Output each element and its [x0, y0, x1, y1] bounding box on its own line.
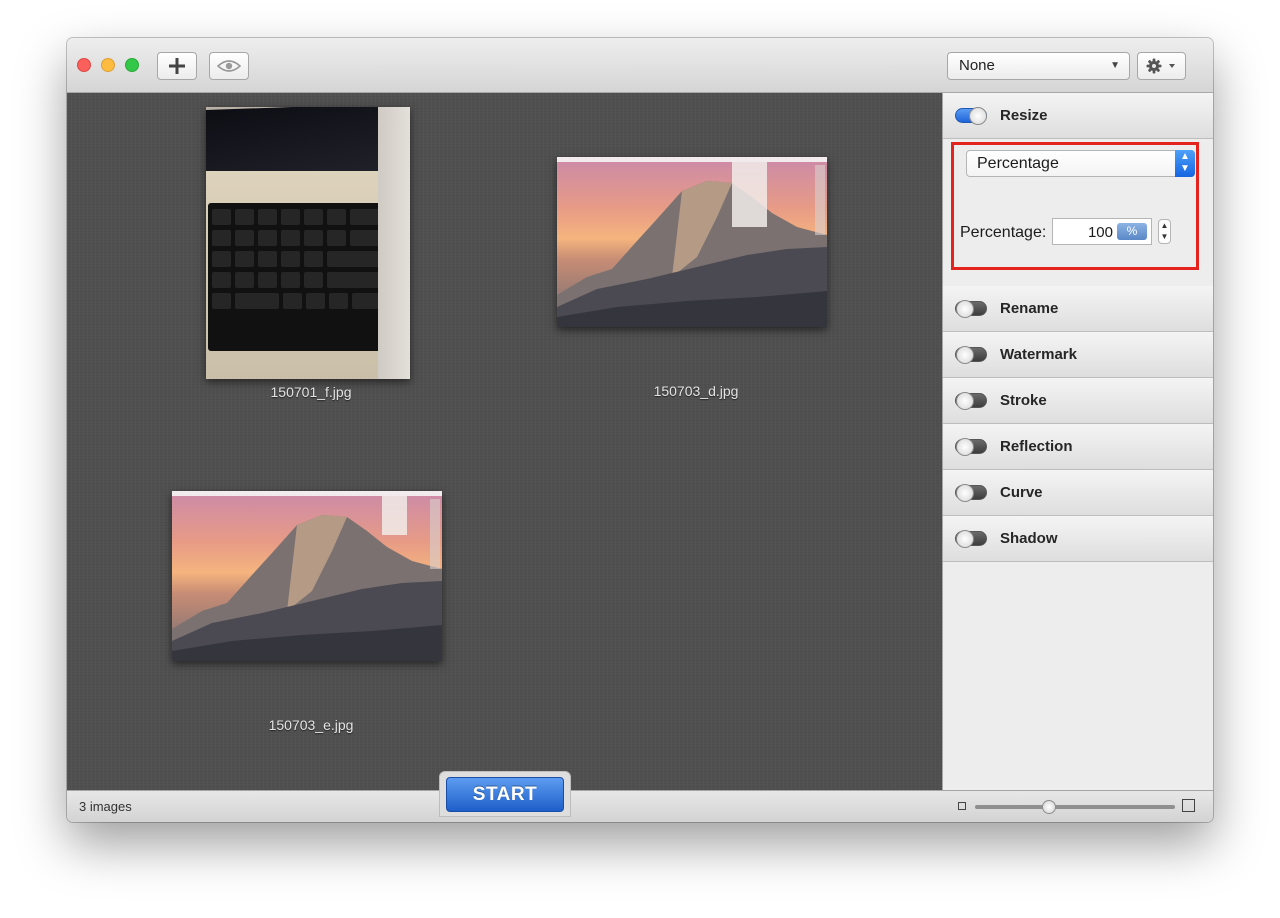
reflection-section-header[interactable]: Reflection: [943, 424, 1213, 470]
resize-toggle[interactable]: [955, 107, 987, 125]
image-filename: 150701_f.jpg: [270, 384, 352, 400]
chevron-down-icon: ▼: [1110, 60, 1120, 71]
eye-icon: [217, 60, 241, 72]
image-count: 3 images: [79, 799, 132, 814]
settings-menu-button[interactable]: [1137, 52, 1186, 80]
stroke-toggle[interactable]: [955, 392, 987, 410]
resize-label: Resize: [1000, 107, 1048, 124]
toggle-knob: [956, 346, 974, 364]
stroke-section-header[interactable]: Stroke: [943, 378, 1213, 424]
app-window: None ▼ 150701_f.jpg 150703_d.jpg 150703_…: [67, 38, 1213, 822]
laptop-sleeve: [378, 107, 410, 379]
mountain-graphic: [557, 161, 827, 327]
effects-panel: Resize Percentage ▲ ▼ Percentage: 100 % ▲…: [942, 93, 1213, 790]
image-thumbnail[interactable]: [206, 107, 410, 379]
percent-unit-badge: %: [1117, 223, 1147, 240]
thumbnail-size-slider[interactable]: [975, 805, 1175, 809]
curve-toggle[interactable]: [955, 484, 987, 502]
zoom-window-button[interactable]: [125, 58, 139, 72]
stroke-label: Stroke: [1000, 392, 1047, 409]
gear-icon: [1146, 58, 1175, 74]
image-filename: 150703_d.jpg: [653, 383, 739, 399]
percentage-label: Percentage:: [960, 224, 1047, 241]
shadow-label: Shadow: [1000, 530, 1058, 547]
laptop-keyboard: [208, 203, 386, 351]
rename-section-header[interactable]: Rename: [943, 286, 1213, 332]
watermark-label: Watermark: [1000, 346, 1077, 363]
chevron-up-down-icon: ▲ ▼: [1175, 150, 1195, 177]
preset-select[interactable]: None ▼: [947, 52, 1130, 80]
watermark-toggle[interactable]: [955, 346, 987, 364]
status-bar: 3 images: [67, 790, 1213, 822]
toggle-knob: [956, 484, 974, 502]
curve-section-header[interactable]: Curve: [943, 470, 1213, 516]
preview-button[interactable]: [209, 52, 249, 80]
toggle-knob: [956, 392, 974, 410]
slider-knob[interactable]: [1042, 800, 1056, 814]
close-window-button[interactable]: [77, 58, 91, 72]
resize-options: Percentage ▲ ▼ Percentage: 100 % ▲ ▼: [951, 142, 1199, 270]
resize-section-header[interactable]: Resize: [943, 93, 1213, 139]
mountain-graphic: [172, 495, 442, 661]
toggle-knob: [956, 530, 974, 548]
percentage-input[interactable]: 100 %: [1052, 218, 1152, 245]
toggle-knob: [956, 438, 974, 456]
start-button[interactable]: START: [446, 777, 564, 812]
rename-label: Rename: [1000, 300, 1059, 317]
shadow-section-header[interactable]: Shadow: [943, 516, 1213, 562]
percentage-value: 100: [1087, 224, 1113, 241]
toolbar: None ▼: [67, 38, 1213, 93]
image-filename: 150703_e.jpg: [268, 717, 354, 733]
minimize-window-button[interactable]: [101, 58, 115, 72]
resize-mode-select[interactable]: Percentage ▲ ▼: [966, 150, 1195, 177]
toggle-knob: [969, 107, 987, 125]
image-grid: 150701_f.jpg 150703_d.jpg 150703_e.jpg: [67, 93, 942, 790]
reflection-toggle[interactable]: [955, 438, 987, 456]
percentage-stepper[interactable]: ▲ ▼: [1158, 219, 1171, 244]
image-thumbnail[interactable]: [557, 157, 827, 327]
curve-label: Curve: [1000, 484, 1043, 501]
plus-icon: [169, 58, 185, 74]
watermark-section-header[interactable]: Watermark: [943, 332, 1213, 378]
toggle-knob: [956, 300, 974, 318]
resize-mode-value: Percentage: [977, 155, 1059, 172]
image-thumbnail[interactable]: [172, 491, 442, 661]
preset-select-value: None: [959, 57, 995, 74]
zoom-small-icon[interactable]: [958, 802, 966, 810]
add-images-button[interactable]: [157, 52, 197, 80]
rename-toggle[interactable]: [955, 300, 987, 318]
shadow-toggle[interactable]: [955, 530, 987, 548]
start-button-well: START: [439, 771, 571, 817]
zoom-large-icon[interactable]: [1182, 799, 1195, 812]
reflection-label: Reflection: [1000, 438, 1073, 455]
